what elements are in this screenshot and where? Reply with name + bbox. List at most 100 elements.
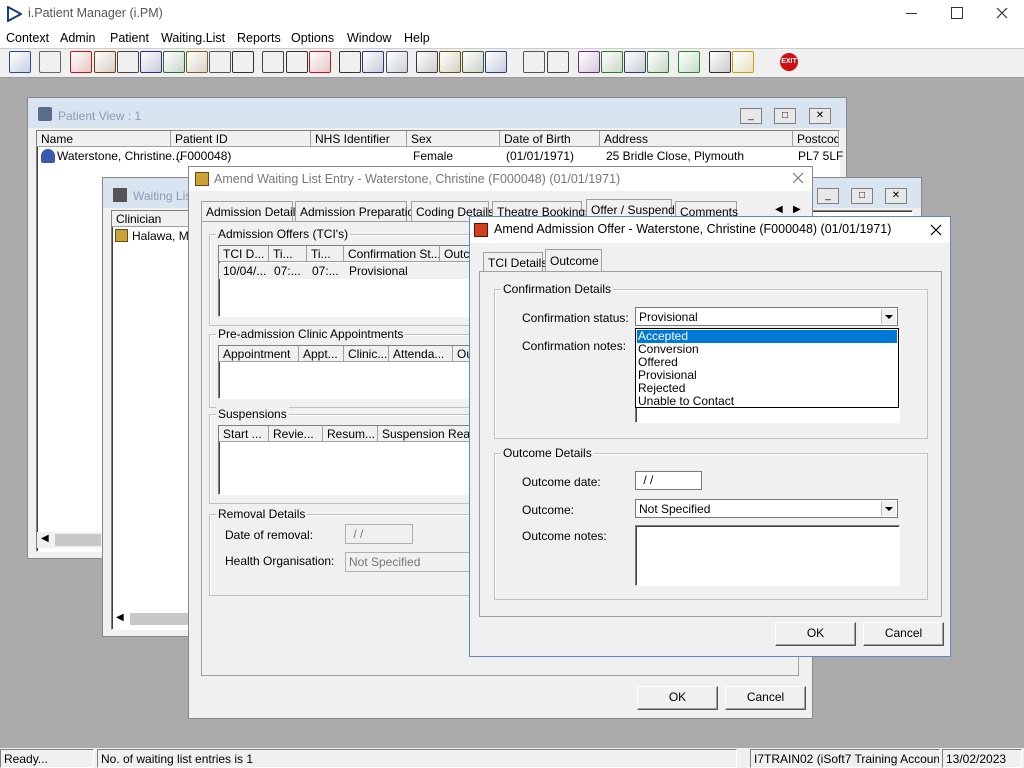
list-icon[interactable] <box>117 51 139 73</box>
amend-wl-cancel-button[interactable]: Cancel <box>725 686 806 710</box>
date-removal-field[interactable]: / / <box>345 524 413 544</box>
swap-icon[interactable] <box>732 51 754 73</box>
option-unable-to-contact[interactable]: Unable to Contact <box>637 395 897 408</box>
col-name[interactable]: Name <box>37 131 171 147</box>
close-icon[interactable] <box>996 7 1008 19</box>
col-appt[interactable]: Appt... <box>299 346 344 362</box>
outcome-notes-field[interactable] <box>635 525 900 586</box>
exit-button[interactable]: EXIT <box>780 53 798 71</box>
patient-name: Waterstone, Christine... <box>57 149 182 163</box>
wl-hscrollbar[interactable]: ◀ <box>112 611 190 627</box>
close-icon[interactable] <box>792 172 804 184</box>
maximize-icon[interactable] <box>951 7 963 19</box>
menu-waiting-list[interactable]: Waiting.List <box>161 30 225 46</box>
wl-maximize-button[interactable]: □ <box>851 188 873 204</box>
menu-help[interactable]: Help <box>404 30 430 46</box>
outcome-date-field[interactable]: / / <box>635 471 702 490</box>
col-time-2[interactable]: Ti... <box>307 246 344 262</box>
col-start[interactable]: Start ... <box>219 426 269 442</box>
scroll-left-icon[interactable]: ◀ <box>41 533 49 544</box>
col-dob[interactable]: Date of Birth <box>500 131 600 147</box>
menu-window[interactable]: Window <box>347 30 391 46</box>
page-icon[interactable] <box>547 51 569 73</box>
col-sex[interactable]: Sex <box>407 131 500 147</box>
table-row[interactable]: Waterstone, Christine... (F000048) Femal… <box>37 148 843 164</box>
letter-m-icon[interactable] <box>140 51 162 73</box>
amend-wl-ok-button[interactable]: OK <box>637 686 718 710</box>
scroll-thumb[interactable] <box>130 613 188 625</box>
pv-maximize-button[interactable]: □ <box>774 108 796 124</box>
minimize-icon[interactable] <box>906 13 917 14</box>
notes-icon[interactable] <box>94 51 116 73</box>
pv-hscrollbar[interactable]: ◀ <box>37 532 107 548</box>
tab-scroll-right-icon[interactable]: ▶ <box>793 204 801 215</box>
chevron-down-icon[interactable] <box>881 309 896 324</box>
col-appointment[interactable]: Appointment <box>219 346 299 362</box>
amend-offer-cancel-button[interactable]: Cancel <box>863 622 944 646</box>
tab-scroll-left-icon[interactable]: ◀ <box>775 204 783 215</box>
suspensions-group-title: Suspensions <box>216 407 289 421</box>
book-icon[interactable] <box>70 51 92 73</box>
menu-context[interactable]: Context <box>6 30 49 46</box>
table-row[interactable]: 10/04/... 07:... 07:... Provisional <box>219 263 479 279</box>
tab-admission-preparation[interactable]: Admission Preparation <box>295 201 421 221</box>
globe-icon[interactable] <box>601 51 623 73</box>
col-address[interactable]: Address <box>600 131 793 147</box>
scroll-left-icon[interactable]: ◀ <box>116 612 124 623</box>
col-confirmation-status[interactable]: Confirmation St... <box>344 246 440 262</box>
monitor-icon[interactable] <box>339 51 361 73</box>
menu-reports[interactable]: Reports <box>237 30 281 46</box>
tab-admission-details[interactable]: Admission Details <box>201 201 301 221</box>
conf-status-select[interactable]: Provisional <box>635 307 898 326</box>
col-postcode[interactable]: Postcod <box>793 131 839 147</box>
person-icon[interactable] <box>163 51 185 73</box>
ambulance-icon[interactable] <box>262 51 284 73</box>
form-icon[interactable] <box>386 51 408 73</box>
car-icon[interactable] <box>232 51 254 73</box>
pv-close-button[interactable]: ✕ <box>809 108 831 124</box>
table-row[interactable]: Halawa, Mr <box>112 228 193 244</box>
col-review[interactable]: Revie... <box>269 426 323 442</box>
outcome-select[interactable]: Not Specified <box>635 499 898 518</box>
health-org-field[interactable]: Not Specified <box>345 552 470 572</box>
close-icon[interactable] <box>930 224 942 236</box>
col-clinic[interactable]: Clinic... <box>344 346 389 362</box>
note-edit-icon[interactable] <box>624 51 646 73</box>
calendar-icon[interactable] <box>362 51 384 73</box>
printer-icon[interactable] <box>39 51 61 73</box>
amend-offer-ok-button[interactable]: OK <box>775 622 856 646</box>
col-tci-date[interactable]: TCI D... <box>219 246 269 262</box>
col-time-1[interactable]: Ti... <box>269 246 307 262</box>
menu-admin[interactable]: Admin <box>60 30 95 46</box>
col-suspension-reason[interactable]: Suspension Reaso <box>378 426 479 442</box>
tab-tci-details[interactable]: TCI Details <box>483 252 547 272</box>
scissors-icon[interactable] <box>286 51 308 73</box>
wl-close-button[interactable]: ✕ <box>885 188 907 204</box>
status-account: I7TRAIN02 (iSoft7 Training Account) <box>750 749 940 768</box>
col-resume[interactable]: Resum... <box>323 426 378 442</box>
stamp-icon[interactable] <box>523 51 545 73</box>
pv-minimize-button[interactable]: _ <box>740 108 762 124</box>
col-clinician[interactable]: Clinician <box>112 211 192 227</box>
wl-minimize-button[interactable]: _ <box>817 188 839 204</box>
check-doc-icon[interactable] <box>647 51 669 73</box>
download-icon[interactable] <box>709 51 731 73</box>
tab-outcome[interactable]: Outcome <box>545 249 602 272</box>
col-attendance[interactable]: Attenda... <box>389 346 453 362</box>
document-icon[interactable] <box>186 51 208 73</box>
refresh-icon[interactable] <box>678 51 700 73</box>
col-nhs-id[interactable]: NHS Identifier <box>311 131 407 147</box>
clipboard-icon[interactable] <box>439 51 461 73</box>
checklist-icon[interactable] <box>462 51 484 73</box>
clock-icon[interactable] <box>309 51 331 73</box>
menu-patient[interactable]: Patient <box>110 30 149 46</box>
transfer-icon[interactable] <box>485 51 507 73</box>
stopwatch-icon[interactable] <box>416 51 438 73</box>
chevron-down-icon[interactable] <box>881 501 896 516</box>
pen-icon[interactable] <box>209 51 231 73</box>
user-icon[interactable] <box>9 51 31 73</box>
col-patient-id[interactable]: Patient ID <box>171 131 311 147</box>
scroll-thumb[interactable] <box>55 534 101 546</box>
menu-options[interactable]: Options <box>291 30 334 46</box>
chart-icon[interactable] <box>578 51 600 73</box>
